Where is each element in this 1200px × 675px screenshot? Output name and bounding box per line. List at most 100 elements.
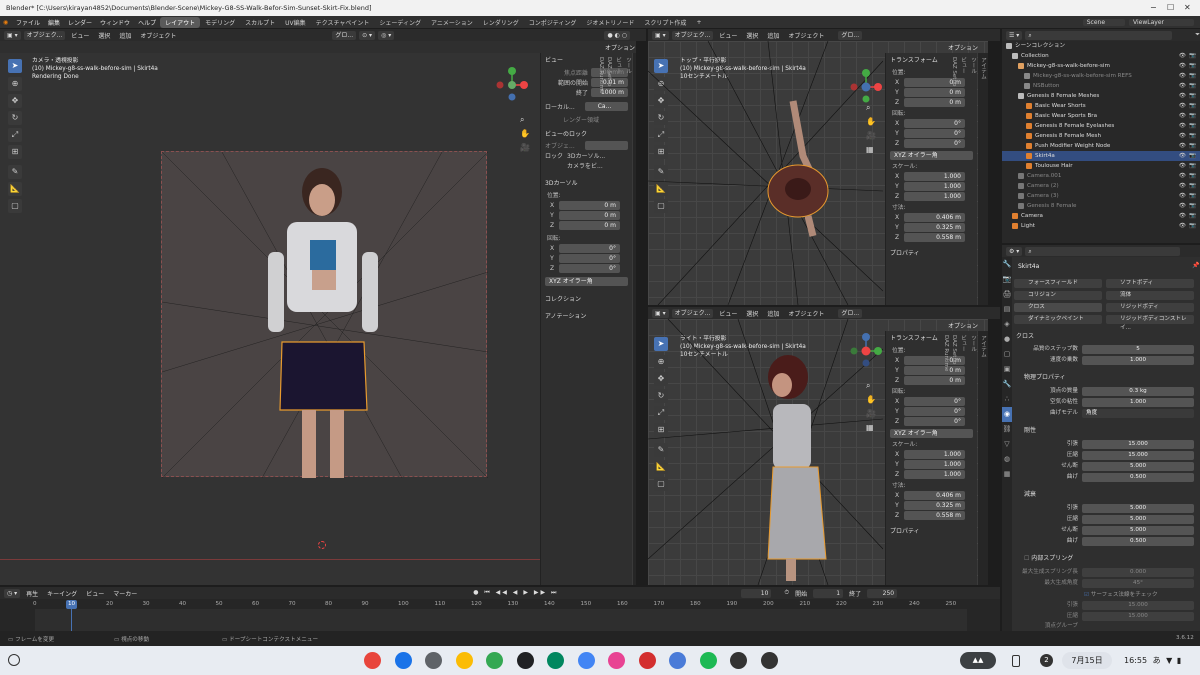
render-camera-icon[interactable]: 📷 [1189, 81, 1196, 91]
snap-toggle[interactable]: ⊙ ▾ [359, 30, 376, 40]
pin-icon[interactable]: 📌 [1192, 262, 1199, 269]
phone-hub-icon[interactable]: ▲▲ [960, 652, 996, 669]
speed-multiplier-field[interactable]: 1.000 [1082, 356, 1194, 365]
cloth-button[interactable]: クロス [1014, 303, 1102, 312]
menu-edit[interactable]: 編集 [44, 18, 64, 27]
render-camera-icon[interactable]: 📷 [1189, 171, 1196, 181]
navigation-gizmo[interactable] [848, 333, 884, 369]
damp-bending-field[interactable]: 0.500 [1082, 537, 1194, 546]
timeline-track[interactable]: 0 10 20 30 40 50 60 70 80 90 100 110 120 130 140 150 160… [0, 599, 1000, 631]
menu-render[interactable]: レンダー [64, 18, 96, 27]
hand-pan-icon[interactable]: ✋ [520, 127, 530, 141]
render-camera-icon[interactable]: 📷 [1189, 191, 1196, 201]
max-spring-length-field[interactable]: 0.000 [1082, 568, 1194, 577]
tux1-app-icon[interactable] [730, 652, 747, 669]
menu-add[interactable]: 追加 [764, 31, 782, 40]
render-camera-icon[interactable]: 📷 [1189, 221, 1196, 231]
feedback-app-icon[interactable] [577, 652, 595, 669]
internal-springs-title[interactable]: ☐ 内部スプリング [1024, 553, 1073, 562]
menu-file[interactable]: ファイル [12, 18, 44, 27]
timeline-editor-type[interactable]: ◷ ▾ [4, 588, 21, 598]
tab-daz-setup[interactable]: DAZ Setup [950, 331, 958, 585]
playhead[interactable]: 10 [66, 600, 77, 609]
outliner-row[interactable]: Genesis 8 Female Eyelashes 👁 📷 [1002, 121, 1200, 131]
stiff-bending-field[interactable]: 0.500 [1082, 473, 1194, 482]
rigid-body-constraint-button[interactable]: リジッドボディコンストレイ... [1106, 315, 1194, 331]
stiff-shear-field[interactable]: 5.000 [1082, 462, 1194, 471]
render-camera-icon[interactable]: 📷 [1189, 71, 1196, 81]
scale-tool-icon[interactable]: ⤢ [8, 128, 22, 142]
texture-tab-icon[interactable]: ▦ [1002, 467, 1012, 482]
outliner-row[interactable]: Light 👁 📷 [1002, 221, 1200, 231]
current-frame-field[interactable]: 10 [741, 588, 772, 598]
transform-orientation[interactable]: グロ... [838, 30, 863, 40]
stiff-tension-field[interactable]: 15.000 [1082, 440, 1194, 449]
properties-search-input[interactable]: ⌕ [1025, 246, 1180, 256]
select-tool-icon[interactable]: ➤ [8, 59, 22, 73]
terminal-app-icon[interactable] [516, 652, 534, 669]
camera-viewport[interactable]: オプション カメラ・透視投影 (10) Mickey-g8-ss-walk-be… [0, 41, 636, 585]
fluid-button[interactable]: 流体 [1106, 291, 1194, 300]
workspace-rendering[interactable]: レンダリング [478, 17, 524, 28]
photos-app-icon[interactable] [455, 652, 473, 669]
tab-daz-setup[interactable]: DAZ Setup [950, 53, 958, 305]
tab-view[interactable]: ビュー [958, 53, 968, 305]
visibility-eye-icon[interactable]: 👁 [1179, 81, 1186, 91]
visibility-eye-icon[interactable]: 👁 [1179, 61, 1186, 71]
menu-view[interactable]: ビュー [83, 589, 107, 598]
visibility-eye-icon[interactable]: 👁 [1179, 171, 1186, 181]
menu-object[interactable]: オブジェクト [785, 309, 827, 318]
menu-view[interactable]: ビュー [68, 31, 92, 40]
outliner-row[interactable]: Mickey-g8-ss-walk-before-sim REFS 👁 📷 [1002, 71, 1200, 81]
visibility-eye-icon[interactable]: 👁 [1179, 121, 1186, 131]
force-field-button[interactable]: フォースフィールド [1014, 279, 1102, 288]
grid-toggle-icon[interactable]: ▦ [866, 421, 876, 435]
render-camera-icon[interactable]: 📷 [1189, 181, 1196, 191]
menu-select[interactable]: 選択 [743, 31, 761, 40]
render-camera-icon[interactable]: 📷 [1189, 141, 1196, 151]
visibility-eye-icon[interactable]: 👁 [1179, 221, 1186, 231]
outliner-row[interactable]: Push Modifier Weight Node 👁 📷 [1002, 141, 1200, 151]
settings-app-icon[interactable] [425, 652, 442, 669]
transform-orientation[interactable]: グロ... [332, 30, 357, 40]
outliner-row[interactable]: Basic Wear Shorts 👁 📷 [1002, 101, 1200, 111]
render-region-checkbox[interactable]: レンダー領域 [563, 115, 599, 124]
hand-pan-icon[interactable]: ✋ [866, 115, 876, 129]
visibility-eye-icon[interactable]: 👁 [1179, 201, 1186, 211]
anydesk-app-icon[interactable] [638, 652, 656, 669]
outliner-row[interactable]: Camera.001 👁 📷 [1002, 171, 1200, 181]
workspace-add-button[interactable]: + [691, 18, 706, 27]
menu-select[interactable]: 選択 [743, 309, 761, 318]
transform-tool-icon[interactable]: ⊞ [8, 145, 22, 159]
visibility-eye-icon[interactable]: 👁 [1179, 211, 1186, 221]
outliner-row[interactable]: Mickey-g8-ss-walk-before-sim 👁 📷 [1002, 61, 1200, 71]
spotify-app-icon[interactable] [699, 652, 717, 669]
play-app-icon[interactable] [547, 652, 564, 669]
auto-key-icon[interactable]: ⏱ [784, 589, 789, 597]
right-ortho-viewport[interactable]: オプション ライト・平行投影 (10) Mickey-g8-ss-walk-be… [648, 319, 988, 585]
tux2-app-icon[interactable] [760, 652, 778, 669]
outliner-row[interactable]: Basic Wear Sports Bra 👁 📷 [1002, 111, 1200, 121]
output-tab-icon[interactable]: 🖨 [1002, 287, 1012, 302]
outliner-row[interactable]: Skirt4a 👁 📷 [1002, 151, 1200, 161]
measure-tool-icon[interactable]: 📐 [8, 182, 22, 196]
render-camera-icon[interactable]: 📷 [1189, 111, 1196, 121]
properties-editor-type[interactable]: ⚙ ▾ [1006, 246, 1023, 256]
workspace-layout[interactable]: レイアウト [160, 16, 201, 28]
navigation-gizmo[interactable] [494, 67, 530, 103]
render-camera-icon[interactable]: 📷 [1189, 61, 1196, 71]
tool-tab-icon[interactable]: 🔧 [1002, 257, 1012, 272]
dynamic-paint-button[interactable]: ダイナミックペイント [1014, 315, 1102, 324]
check-surface-normals-checkbox[interactable]: ☑ サーフェス法線をチェック [1084, 590, 1158, 598]
stiff-compression-field[interactable]: 15.000 [1082, 451, 1194, 460]
menu-help[interactable]: ヘルプ [134, 18, 160, 27]
data-tab-icon[interactable]: ▽ [1002, 437, 1012, 452]
menu-marker[interactable]: マーカー [110, 589, 140, 598]
tab-view[interactable]: ビュー [958, 331, 968, 585]
visibility-eye-icon[interactable]: 👁 [1179, 151, 1186, 161]
3d-cursor-icon[interactable] [318, 541, 326, 549]
cloth-section-title[interactable]: クロス [1016, 331, 1034, 340]
view-layer-tab-icon[interactable]: ▤ [1002, 302, 1012, 317]
visibility-eye-icon[interactable]: 👁 [1179, 91, 1186, 101]
menu-playback[interactable]: 再生 [23, 589, 41, 598]
